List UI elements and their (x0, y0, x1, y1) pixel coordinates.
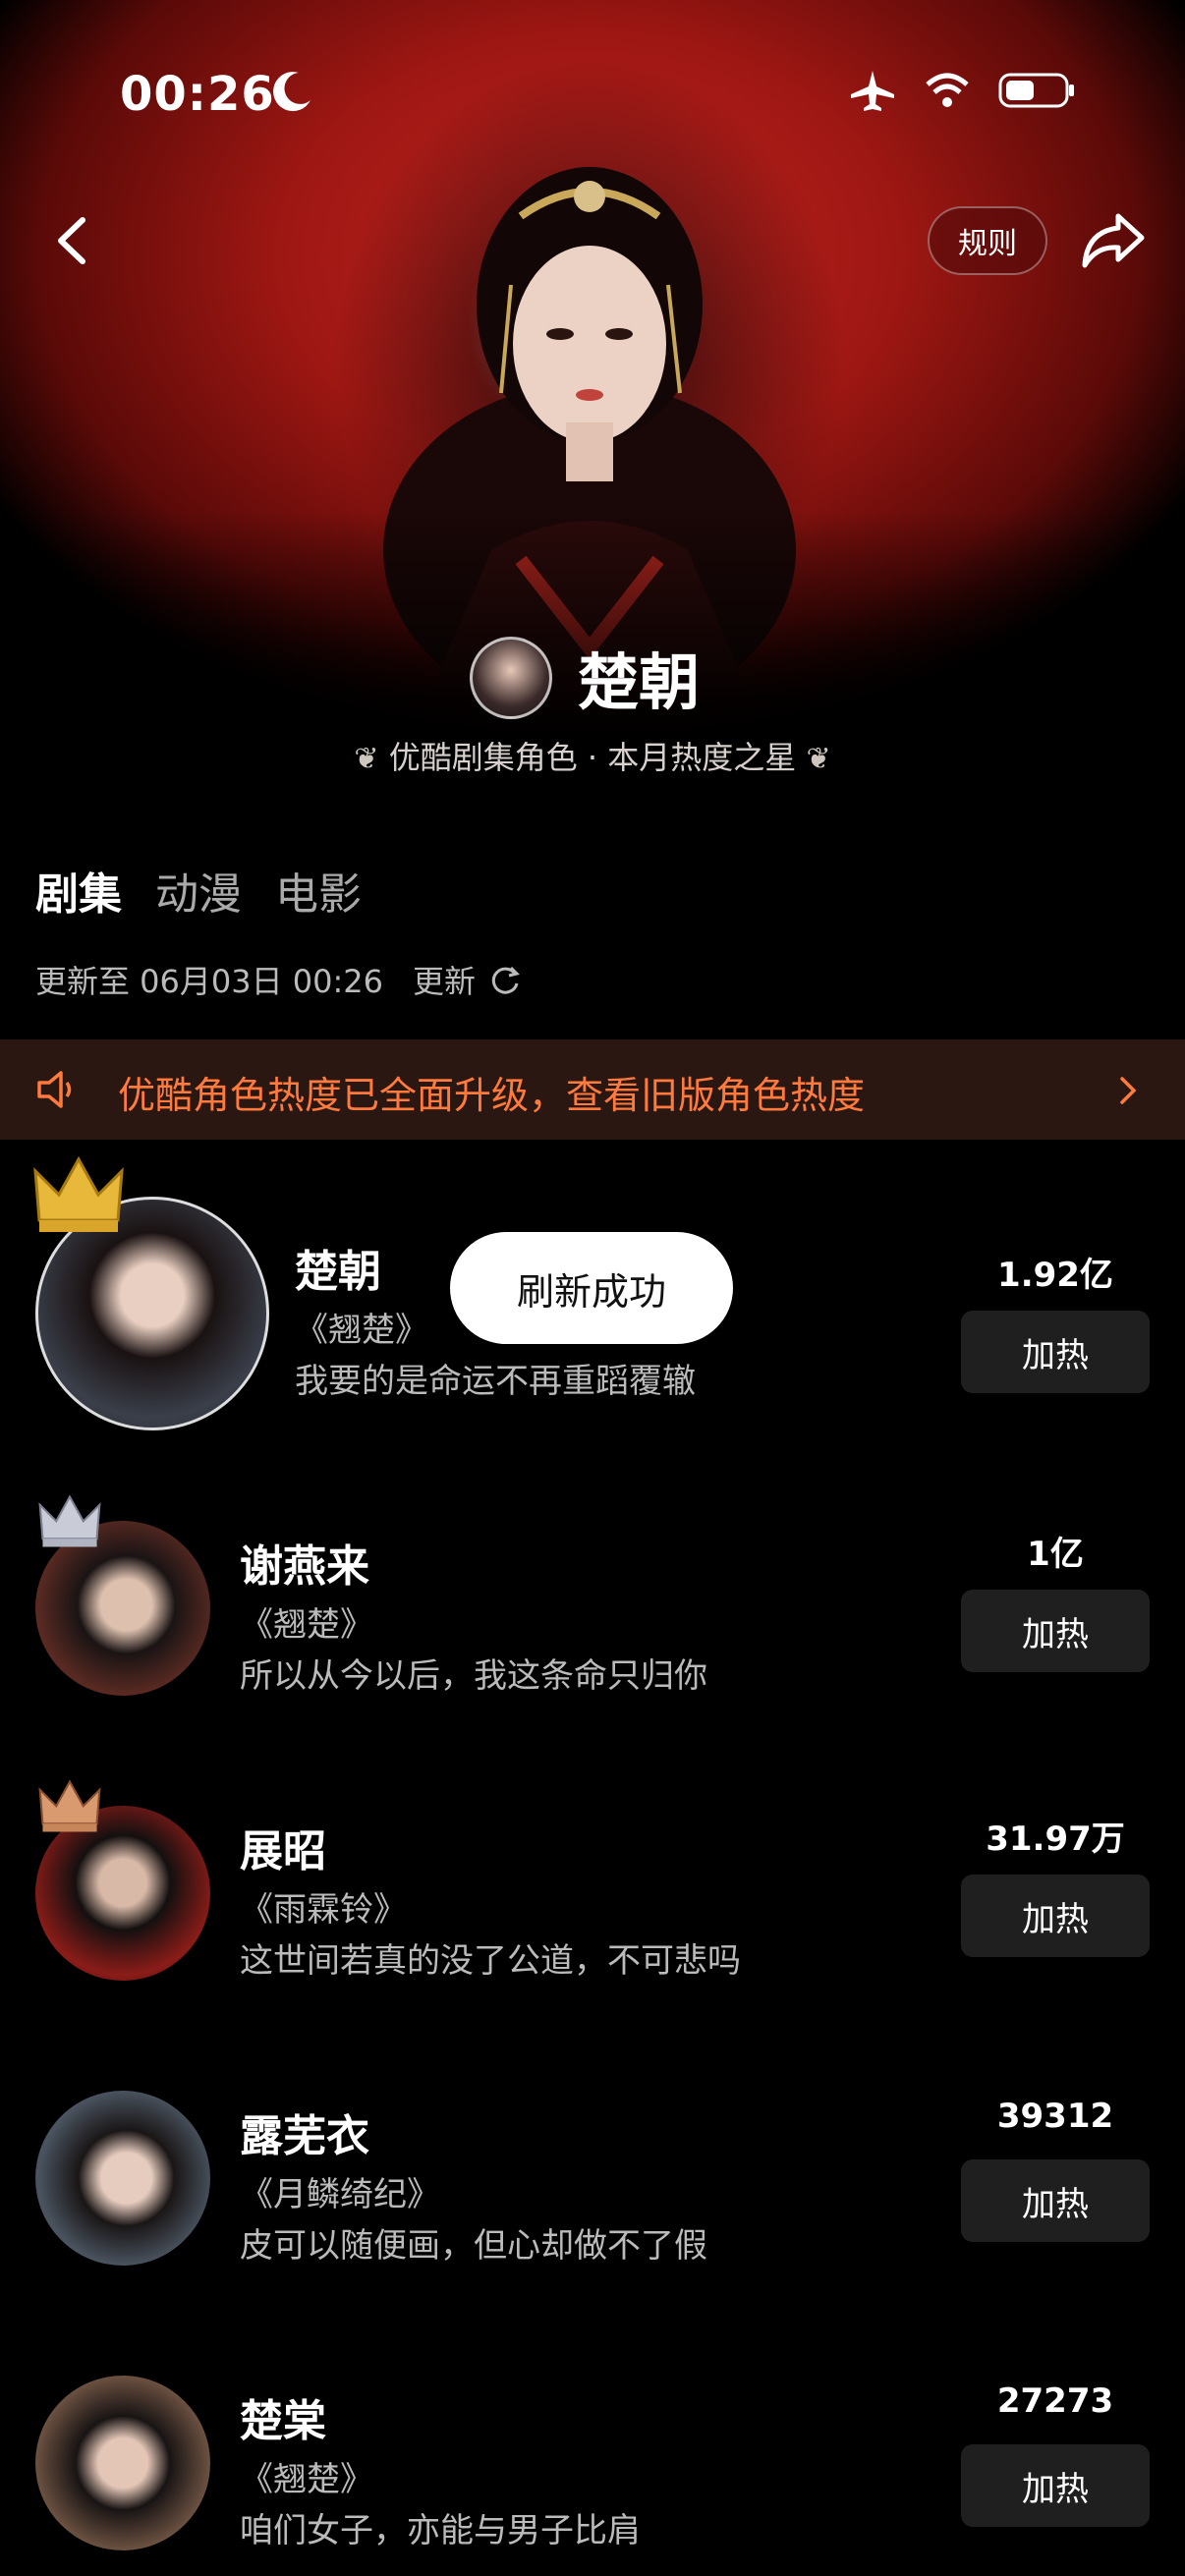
heat-value: 27273 (996, 2381, 1114, 2421)
character-name: 楚棠 (240, 2396, 326, 2446)
heat-value: 1亿 (1027, 1535, 1084, 1574)
tab-drama[interactable]: 剧集 (35, 859, 122, 922)
boost-button[interactable]: 加热 (961, 2159, 1150, 2242)
character-quote: 皮可以随便画，但心却做不了假 (240, 2226, 707, 2266)
boost-button[interactable]: 加热 (961, 1311, 1150, 1393)
character-quote: 这世间若真的没了公道，不可悲吗 (240, 1941, 741, 1981)
heat-value: 39312 (996, 2097, 1114, 2136)
speaker-icon (37, 1071, 72, 1108)
back-button[interactable] (43, 206, 102, 275)
character-quote: 我要的是命运不再重蹈覆辙 (295, 1362, 696, 1401)
avatar (35, 2091, 210, 2266)
character-quote: 咱们女子，亦能与男子比肩 (240, 2511, 641, 2550)
ranking-row-4[interactable]: 露芜衣 《月鳞绮纪》 皮可以随便画，但心却做不了假 39312 加热 (0, 2061, 1185, 2317)
show-title: 《翘楚》 (240, 1605, 373, 1645)
show-title: 《翘楚》 (240, 2460, 373, 2499)
hero-character-name: 楚朝 (578, 646, 701, 718)
boost-button[interactable]: 加热 (961, 2444, 1150, 2527)
moon-icon (273, 72, 310, 112)
character-name: 楚朝 (295, 1247, 381, 1297)
silver-crown-icon (38, 1494, 101, 1547)
battery-icon (998, 73, 1074, 108)
laurel-left-icon: ❦ (354, 742, 379, 776)
hero-subtitle: ❦ 优酷剧集角色 · 本月热度之星 ❦ (0, 733, 1185, 778)
character-name: 露芜衣 (240, 2111, 369, 2161)
tab-anime[interactable]: 动漫 (155, 859, 242, 922)
ranking-row-5[interactable]: 楚棠 《翘楚》 咱们女子，亦能与男子比肩 27273 加热 (0, 2346, 1185, 2576)
wifi-icon (926, 73, 969, 107)
airplane-icon (851, 71, 894, 111)
show-title: 《月鳞绮纪》 (240, 2175, 440, 2214)
status-bar: 00:26 (0, 59, 1185, 128)
chevron-right-icon (1120, 1077, 1137, 1104)
hero-avatar (470, 637, 552, 719)
boost-button[interactable]: 加热 (961, 1875, 1150, 1957)
tab-movie[interactable]: 电影 (275, 859, 362, 922)
avatar (35, 2376, 210, 2550)
clock: 00:26 (120, 67, 275, 122)
ranking-row-3[interactable]: 展昭 《雨霖铃》 这世间若真的没了公道，不可悲吗 31.97万 加热 (0, 1776, 1185, 2032)
bronze-crown-icon (38, 1779, 101, 1832)
update-info: 更新至 06月03日 00:26 更新 (35, 957, 523, 1002)
refresh-success-toast: 刷新成功 (450, 1232, 733, 1344)
gold-crown-icon (33, 1155, 124, 1232)
character-name: 展昭 (240, 1826, 326, 1876)
character-quote: 所以从今以后，我这条命只归你 (240, 1656, 707, 1696)
status-icons (849, 69, 1077, 112)
heat-value: 31.97万 (986, 1820, 1125, 1859)
hero-subtitle-text: 优酷剧集角色 · 本月热度之星 (388, 739, 797, 776)
update-time: 更新至 06月03日 00:26 (35, 963, 384, 1000)
category-tabs: 剧集 动漫 电影 (35, 859, 362, 922)
character-name: 谢燕来 (240, 1541, 369, 1592)
refresh-icon (491, 966, 520, 994)
show-title: 《翘楚》 (295, 1311, 428, 1350)
rules-button[interactable]: 规则 (928, 206, 1047, 275)
ranking-row-2[interactable]: 谢燕来 《翘楚》 所以从今以后，我这条命只归你 1亿 加热 (0, 1491, 1185, 1747)
share-icon[interactable] (1077, 202, 1150, 275)
refresh-label: 更新 (413, 963, 477, 1000)
upgrade-notice-text: 优酷角色热度已全面升级，查看旧版角色热度 (118, 1074, 866, 1117)
refresh-button[interactable]: 更新 (413, 957, 523, 1002)
show-title: 《雨霖铃》 (240, 1890, 407, 1930)
laurel-right-icon: ❦ (806, 742, 831, 776)
upgrade-notice-banner[interactable]: 优酷角色热度已全面升级，查看旧版角色热度 (0, 1039, 1185, 1140)
boost-button[interactable]: 加热 (961, 1590, 1150, 1672)
heat-value: 1.92亿 (997, 1256, 1113, 1295)
